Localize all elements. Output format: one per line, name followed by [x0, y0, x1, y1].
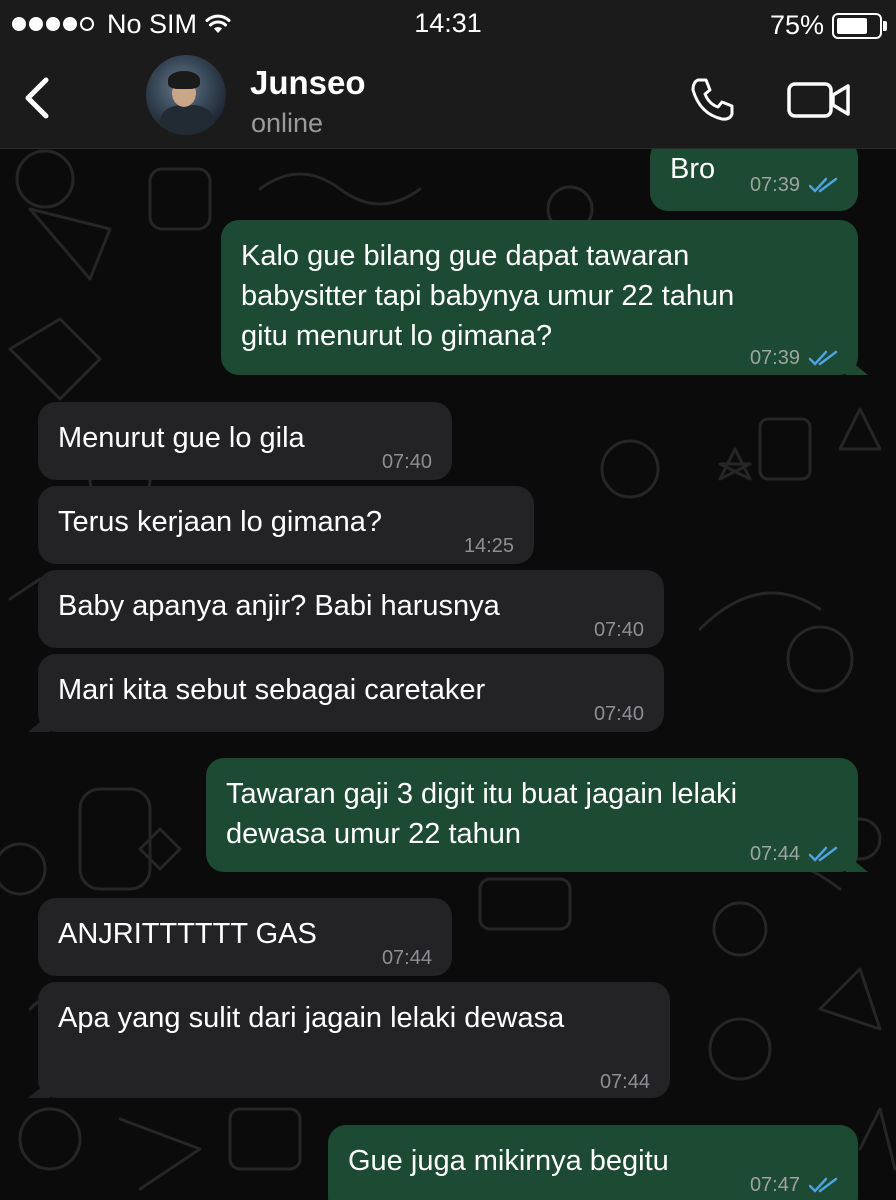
- message-bubble-outgoing[interactable]: Tawaran gaji 3 digit itu buat jagain lel…: [206, 758, 868, 874]
- bubble-tail: [846, 357, 868, 375]
- battery-percent: 75%: [769, 10, 824, 40]
- message-line: Tawaran gaji 3 digit itu buat jagain lel…: [226, 778, 738, 810]
- message-text: Menurut gue lo gila: [58, 422, 305, 454]
- chat-area[interactable]: Bro 07:39 Kalo gue bilang gue dapat tawa…: [0, 149, 896, 1200]
- message-meta: 14:25: [464, 526, 514, 566]
- message-line: Kalo gue bilang gue dapat tawaran: [241, 240, 690, 272]
- message-bubble-incoming[interactable]: Terus kerjaan lo gimana? 14:25: [38, 486, 534, 564]
- message-text: Kalo gue bilang gue dapat tawaran babysi…: [241, 236, 734, 356]
- bubble-tail: [28, 714, 50, 732]
- message-text: Terus kerjaan lo gimana?: [58, 506, 383, 538]
- message-bubble-outgoing[interactable]: Gue juga mikirnya begitu 07:47: [328, 1125, 858, 1200]
- message-meta: 07:40: [594, 694, 644, 734]
- message-bubble-incoming[interactable]: Baby apanya anjir? Babi harusnya 07:40: [38, 570, 664, 648]
- message-line: gitu menurut lo gimana?: [241, 320, 553, 352]
- message-text: Mari kita sebut sebagai caretaker: [58, 674, 486, 706]
- message-time: 07:40: [593, 703, 644, 725]
- chat-header: Junseo online: [0, 50, 896, 149]
- message-meta: 07:40: [382, 442, 432, 482]
- double-check-icon: [808, 177, 838, 193]
- avatar[interactable]: [146, 55, 226, 135]
- message-time: 07:40: [593, 619, 644, 641]
- message-time: 07:39: [749, 347, 800, 369]
- message-time: 07:47: [749, 1174, 800, 1196]
- message-text: Apa yang sulit dari jagain lelaki dewasa: [58, 1002, 565, 1034]
- back-chevron-icon[interactable]: [18, 72, 58, 124]
- message-bubble-incoming[interactable]: Apa yang sulit dari jagain lelaki dewasa…: [28, 982, 670, 1098]
- message-bubble-outgoing[interactable]: Bro 07:39: [650, 149, 858, 211]
- message-meta: 07:44: [750, 834, 838, 874]
- message-bubble-incoming[interactable]: Menurut gue lo gila 07:40: [38, 402, 452, 480]
- message-text: ANJRITTTTTT GAS: [58, 918, 317, 950]
- double-check-icon: [808, 846, 838, 862]
- message-bubble-outgoing[interactable]: Kalo gue bilang gue dapat tawaran babysi…: [221, 220, 868, 378]
- message-time: 07:40: [381, 451, 432, 473]
- message-text: Gue juga mikirnya begitu: [348, 1145, 669, 1177]
- message-meta: 07:44: [382, 938, 432, 978]
- bubble-tail: [28, 1080, 50, 1098]
- message-meta: 07:39: [750, 165, 838, 205]
- message-time: 14:25: [463, 535, 514, 557]
- contact-status: online: [251, 108, 324, 138]
- double-check-icon: [808, 350, 838, 366]
- message-meta: 07:47: [750, 1165, 838, 1200]
- message-bubble-incoming[interactable]: ANJRITTTTTT GAS 07:44: [38, 898, 452, 976]
- status-bar: No SIM 14:31 75%: [0, 0, 896, 50]
- message-line: babysitter tapi babynya umur 22 tahun: [241, 280, 735, 312]
- message-time: 07:39: [749, 174, 800, 196]
- message-time: 07:44: [381, 947, 432, 969]
- battery-icon: [832, 12, 887, 39]
- message-meta: 07:39: [750, 338, 838, 378]
- message-text: Baby apanya anjir? Babi harusnya: [58, 590, 500, 622]
- battery-status: 75%: [769, 10, 887, 41]
- bubble-tail: [846, 854, 868, 872]
- double-check-icon: [808, 1177, 838, 1193]
- status-time: 14:31: [414, 8, 482, 38]
- message-meta: 07:44: [600, 1062, 650, 1102]
- message-line: dewasa umur 22 tahun: [226, 818, 522, 850]
- video-call-icon[interactable]: [786, 80, 852, 120]
- message-time: 07:44: [749, 843, 800, 865]
- contact-name[interactable]: Junseo: [250, 64, 366, 102]
- message-bubble-incoming[interactable]: Mari kita sebut sebagai caretaker 07:40: [28, 654, 664, 734]
- message-time: 07:44: [599, 1071, 650, 1093]
- message-meta: 07:40: [594, 610, 644, 650]
- phone-call-icon[interactable]: [688, 74, 738, 124]
- message-text: Tawaran gaji 3 digit itu buat jagain lel…: [226, 774, 737, 854]
- message-text: Bro: [670, 153, 716, 185]
